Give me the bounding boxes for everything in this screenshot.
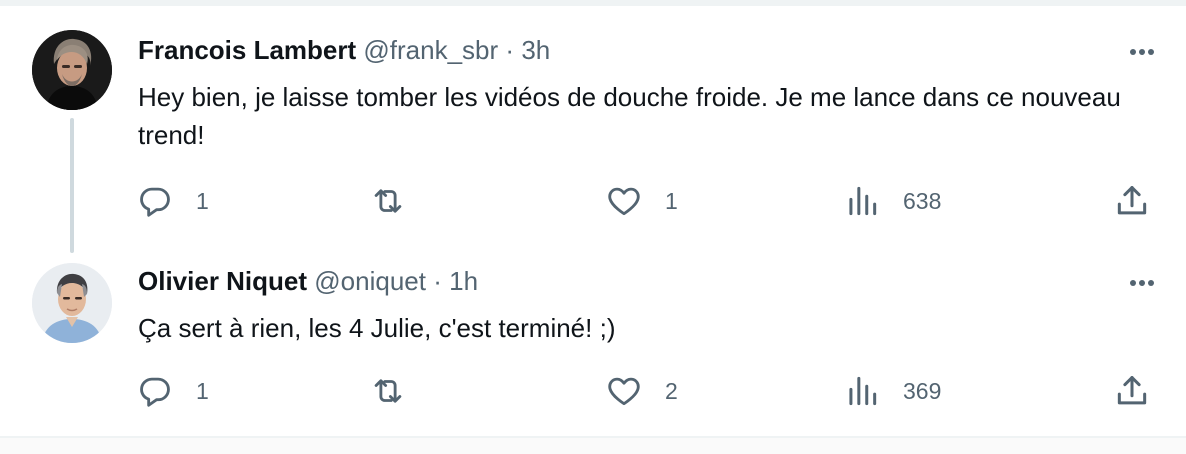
reply-count: 1 (196, 187, 209, 214)
display-name[interactable]: Francois Lambert (138, 35, 356, 65)
timestamp[interactable]: 3h (521, 35, 550, 65)
share-icon (1117, 186, 1147, 215)
user-handle[interactable]: @oniquet (314, 266, 426, 296)
retweet-button[interactable] (369, 371, 429, 411)
more-icon (1130, 280, 1136, 286)
tweet-text: Ça sert à rien, les 4 Julie, c'est termi… (138, 313, 616, 343)
more-options-button[interactable] (1124, 42, 1160, 62)
tweet-text: Hey bien, je laisse tomber les vidéos de… (138, 82, 1121, 150)
more-icon (1130, 49, 1136, 55)
retweet-button[interactable] (369, 181, 429, 221)
tweet-header: Francois Lambert @frank_sbr · 3h (138, 34, 550, 66)
avatar[interactable] (32, 30, 112, 110)
views-button[interactable]: 638 (843, 181, 941, 221)
view-count: 638 (903, 187, 942, 214)
more-options-button[interactable] (1124, 273, 1160, 293)
tweet[interactable]: Francois Lambert @frank_sbr · 3h Hey bie… (0, 6, 1186, 241)
retweet-icon (374, 189, 402, 213)
heart-icon (608, 377, 640, 406)
heart-icon (608, 187, 640, 216)
display-name[interactable]: Olivier Niquet (138, 266, 307, 296)
reply-icon (140, 187, 170, 217)
reply-icon (140, 377, 170, 407)
share-button[interactable] (1113, 181, 1151, 221)
timestamp[interactable]: 1h (449, 266, 478, 296)
like-count: 2 (665, 377, 678, 404)
separator: · (505, 35, 515, 65)
reply-button[interactable]: 1 (136, 181, 209, 221)
next-item-edge (0, 438, 1186, 454)
user-handle[interactable]: @frank_sbr (363, 35, 498, 65)
avatar[interactable] (32, 263, 112, 343)
share-button[interactable] (1113, 371, 1151, 411)
view-count: 369 (903, 377, 942, 404)
views-button[interactable]: 369 (843, 371, 941, 411)
separator: · (433, 266, 442, 296)
action-bar: 1 2 369 (136, 371, 1166, 411)
like-count: 1 (665, 187, 678, 214)
tweet[interactable]: Olivier Niquet @oniquet · 1h Ça sert à r… (0, 241, 1186, 436)
retweet-icon (374, 379, 402, 403)
share-icon (1117, 376, 1147, 405)
tweet-header: Olivier Niquet @oniquet · 1h (138, 265, 478, 297)
like-button[interactable]: 1 (605, 181, 678, 221)
like-button[interactable]: 2 (605, 371, 678, 411)
views-icon (849, 376, 877, 406)
action-bar: 1 1 638 (136, 181, 1166, 221)
reply-button[interactable]: 1 (136, 371, 209, 411)
reply-count: 1 (196, 377, 209, 404)
views-icon (849, 186, 877, 216)
